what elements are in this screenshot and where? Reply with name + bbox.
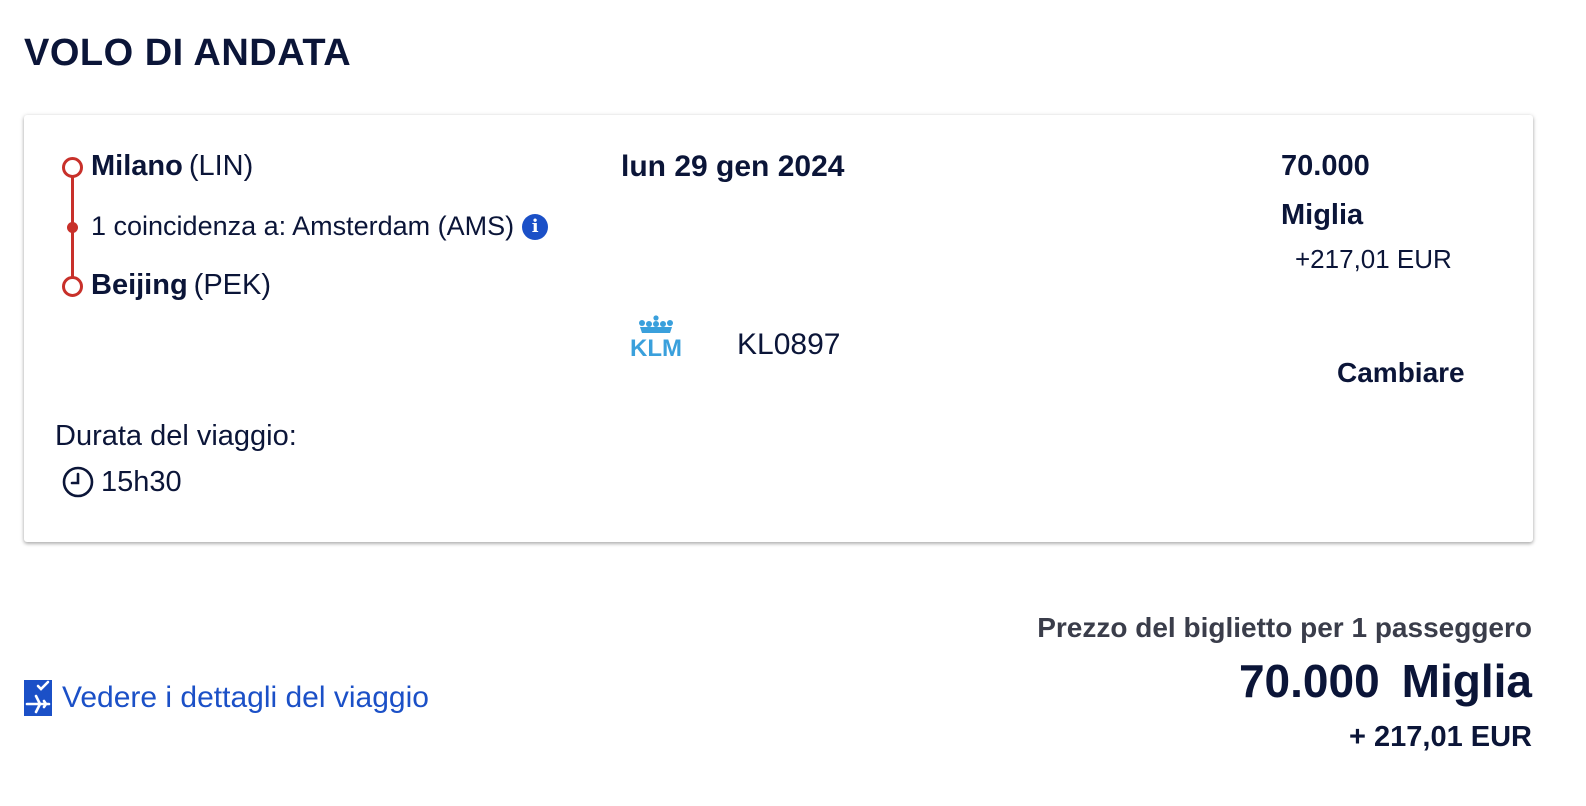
stopover-marker: [67, 222, 78, 233]
clock-icon: [62, 466, 94, 498]
price-unit: Miglia: [1281, 199, 1364, 231]
klm-logo-text: KLM: [630, 335, 682, 359]
destination-marker: [62, 276, 83, 297]
destination-city: Beijing: [91, 269, 188, 301]
duration-value: 15h30: [101, 465, 182, 498]
total-label: Prezzo del biglietto per 1 passeggero: [1037, 612, 1532, 643]
duration: 15h30: [61, 465, 182, 499]
change-button[interactable]: Cambiare: [1337, 357, 1465, 389]
klm-logo: KLM: [630, 315, 682, 359]
price-miles: 70.000: [1281, 150, 1370, 182]
price-eur: +217,01 EUR: [1295, 244, 1452, 274]
section-title: VOLO DI ANDATA: [24, 32, 352, 74]
origin-marker: [62, 157, 83, 178]
connection-info: 1 coincidenza a: Amsterdam (AMS) i: [91, 211, 549, 242]
origin: Milano (LIN): [91, 150, 253, 183]
total-price-miles: 70.000 Miglia: [1239, 654, 1532, 708]
total-price-eur: + 217,01 EUR: [1349, 721, 1532, 753]
flight-card: Milano (LIN) 1 coincidenza a: Amsterdam (…: [24, 115, 1533, 542]
connection-text: 1 coincidenza a: Amsterdam (AMS): [91, 211, 515, 241]
flight-number: KL0897: [737, 328, 841, 361]
destination-code: (PEK): [193, 269, 272, 301]
info-icon[interactable]: i: [522, 213, 549, 240]
duration-label: Durata del viaggio:: [55, 420, 297, 452]
trip-details-link[interactable]: Vedere i dettagli del viaggio: [24, 680, 429, 716]
origin-city: Milano: [91, 150, 183, 182]
total-miles-unit: Miglia: [1401, 655, 1532, 707]
plane-icon: [24, 680, 52, 716]
flight-date: lun 29 gen 2024: [621, 150, 845, 183]
total-miles-value: 70.000: [1238, 655, 1380, 707]
origin-code: (LIN): [188, 150, 254, 182]
trip-details-label[interactable]: Vedere i dettagli del viaggio: [62, 681, 429, 715]
route-timeline: [61, 155, 83, 297]
destination: Beijing (PEK): [91, 269, 271, 302]
